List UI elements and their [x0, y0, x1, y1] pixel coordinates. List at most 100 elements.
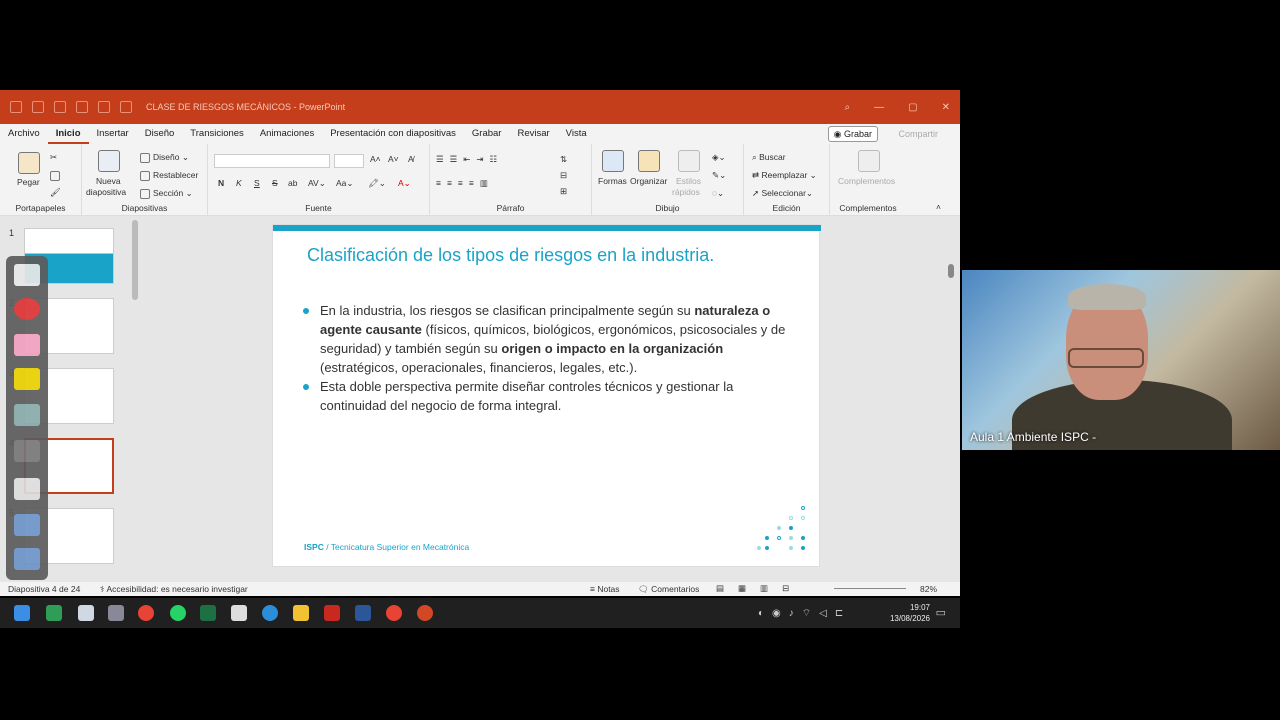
shapes-icon[interactable]: [602, 150, 624, 172]
participant-video[interactable]: Aula 1 Ambiente ISPC -: [962, 270, 1280, 450]
app-icon[interactable]: [231, 605, 247, 621]
notification-icon[interactable]: ▭: [936, 606, 946, 619]
keyboard-icon[interactable]: [14, 478, 40, 500]
autosave-icon[interactable]: [10, 101, 22, 113]
powerpoint-icon[interactable]: [417, 605, 433, 621]
undo-icon[interactable]: [54, 101, 66, 113]
cut-icon[interactable]: ✂: [50, 152, 57, 163]
font-shrink-icon[interactable]: A˅: [388, 154, 399, 164]
app-icon[interactable]: [46, 605, 62, 621]
search-icon[interactable]: ⌕: [845, 102, 851, 113]
new-slide-label-1[interactable]: Nueva: [96, 176, 121, 186]
tab-vista[interactable]: Vista: [558, 124, 595, 144]
reset-button[interactable]: Restablecer: [140, 170, 198, 181]
search-icon[interactable]: [120, 101, 132, 113]
zoom-slider[interactable]: [834, 588, 906, 589]
tab-presentacion[interactable]: Presentación con diapositivas: [322, 124, 464, 144]
tab-insertar[interactable]: Insertar: [89, 124, 137, 144]
font-grow-icon[interactable]: A˄: [370, 154, 381, 164]
tab-diseno[interactable]: Diseño: [137, 124, 183, 144]
app-icon[interactable]: [108, 605, 124, 621]
change-case-icon[interactable]: Aa⌄: [336, 178, 354, 189]
italic-button[interactable]: K: [236, 178, 242, 188]
slide-canvas[interactable]: Clasificación de los tipos de riesgos en…: [272, 224, 821, 567]
bold-button[interactable]: N: [218, 178, 224, 188]
view-buttons[interactable]: ▤▦▥⊟: [716, 583, 803, 594]
shape-effects-icon[interactable]: ◌⌄: [712, 188, 724, 199]
zoom-level[interactable]: 82%: [920, 584, 937, 594]
share-button[interactable]: Compartir: [898, 126, 938, 142]
tab-transiciones[interactable]: Transiciones: [182, 124, 252, 144]
chrome-icon[interactable]: [386, 605, 402, 621]
maximize-icon[interactable]: ▢: [908, 102, 917, 113]
arrange-icon[interactable]: [638, 150, 660, 172]
select-button[interactable]: ➚ Seleccionar⌄: [752, 188, 813, 199]
tab-grabar[interactable]: Grabar: [464, 124, 510, 144]
brush-icon[interactable]: [14, 440, 40, 462]
collapse-ribbon-icon[interactable]: ˄: [936, 202, 941, 212]
copy-icon[interactable]: [50, 170, 63, 181]
tab-revisar[interactable]: Revisar: [509, 124, 557, 144]
find-button[interactable]: ⌕ Buscar: [752, 152, 786, 163]
new-slide-label-2[interactable]: diapositiva: [86, 187, 126, 197]
redo-icon[interactable]: [76, 101, 88, 113]
pen-icon[interactable]: [14, 264, 40, 286]
arrange-button[interactable]: Organizar: [630, 176, 667, 186]
layout-button[interactable]: Diseño ⌄: [140, 152, 189, 163]
thumbnail-scrollbar[interactable]: [132, 220, 138, 300]
shapes-button[interactable]: Formas: [598, 176, 627, 186]
new-slide-icon[interactable]: [98, 150, 120, 172]
whatsapp-icon[interactable]: [170, 605, 186, 621]
shape-outline-icon[interactable]: ✎⌄: [712, 170, 726, 181]
list-buttons-icon[interactable]: ☰☰⇤⇥☷: [436, 154, 503, 165]
scrollbar-thumb[interactable]: [948, 264, 954, 278]
chrome-icon[interactable]: [138, 605, 154, 621]
strikethrough-button[interactable]: S: [272, 178, 278, 188]
font-color-icon[interactable]: A⌄: [398, 178, 411, 189]
underline-button[interactable]: S: [254, 178, 260, 188]
minimize-icon[interactable]: —: [874, 102, 884, 113]
slide-bullet-list[interactable]: En la industria, los riesgos se clasific…: [303, 301, 793, 415]
notes-button[interactable]: ≡ Notas: [590, 584, 620, 594]
format-painter-icon[interactable]: 🖌: [50, 187, 61, 198]
word-icon[interactable]: [355, 605, 371, 621]
record-button[interactable]: ◉ Grabar: [827, 126, 878, 142]
screen-icon[interactable]: [14, 514, 40, 536]
smartart-icon[interactable]: ⊞: [560, 186, 567, 197]
quick-styles-icon[interactable]: [678, 150, 700, 172]
char-spacing-icon[interactable]: AV⌄: [308, 178, 326, 189]
section-button[interactable]: Sección ⌄: [140, 188, 193, 199]
close-icon[interactable]: ✕: [942, 102, 950, 113]
excel-icon[interactable]: [200, 605, 216, 621]
accessibility-status[interactable]: ⚕ Accesibilidad: es necesario investigar: [100, 584, 248, 595]
eraser-icon[interactable]: [14, 334, 40, 356]
acrobat-icon[interactable]: [324, 605, 340, 621]
pointer-icon[interactable]: [14, 404, 40, 426]
desktop-icon[interactable]: [14, 548, 40, 570]
comments-button[interactable]: 🗨 Comentarios: [638, 584, 699, 595]
file-explorer-icon[interactable]: [293, 605, 309, 621]
shape-fill-icon[interactable]: ◈⌄: [712, 152, 726, 163]
align-text-icon[interactable]: ⊟: [560, 170, 567, 181]
quick-styles-label-1[interactable]: Estilos: [676, 176, 701, 186]
edge-icon[interactable]: [262, 605, 278, 621]
windows-start-icon[interactable]: [14, 605, 30, 621]
system-tray-icons[interactable]: ◐◉♪⌔◁⊏: [758, 607, 851, 620]
present-icon[interactable]: [98, 101, 110, 113]
quick-styles-label-2[interactable]: rápidos: [672, 187, 700, 197]
slide-title[interactable]: Clasificación de los tipos de riesgos en…: [307, 245, 714, 266]
save-icon[interactable]: [32, 101, 44, 113]
font-size-select[interactable]: [334, 154, 364, 168]
paste-button[interactable]: Pegar: [17, 177, 40, 187]
marker-icon[interactable]: [14, 298, 40, 320]
slide-scrollbar[interactable]: [944, 216, 958, 582]
highlight-icon[interactable]: 🖍⌄: [368, 178, 386, 189]
app-icon[interactable]: [78, 605, 94, 621]
paste-icon[interactable]: [18, 152, 40, 174]
system-clock[interactable]: 19:07 13/08/2026: [890, 602, 930, 624]
highlighter-icon[interactable]: [14, 368, 40, 390]
addins-button[interactable]: Complementos: [838, 176, 895, 186]
font-family-select[interactable]: [214, 154, 330, 168]
tab-animaciones[interactable]: Animaciones: [252, 124, 322, 144]
tab-inicio[interactable]: Inicio: [47, 124, 89, 144]
